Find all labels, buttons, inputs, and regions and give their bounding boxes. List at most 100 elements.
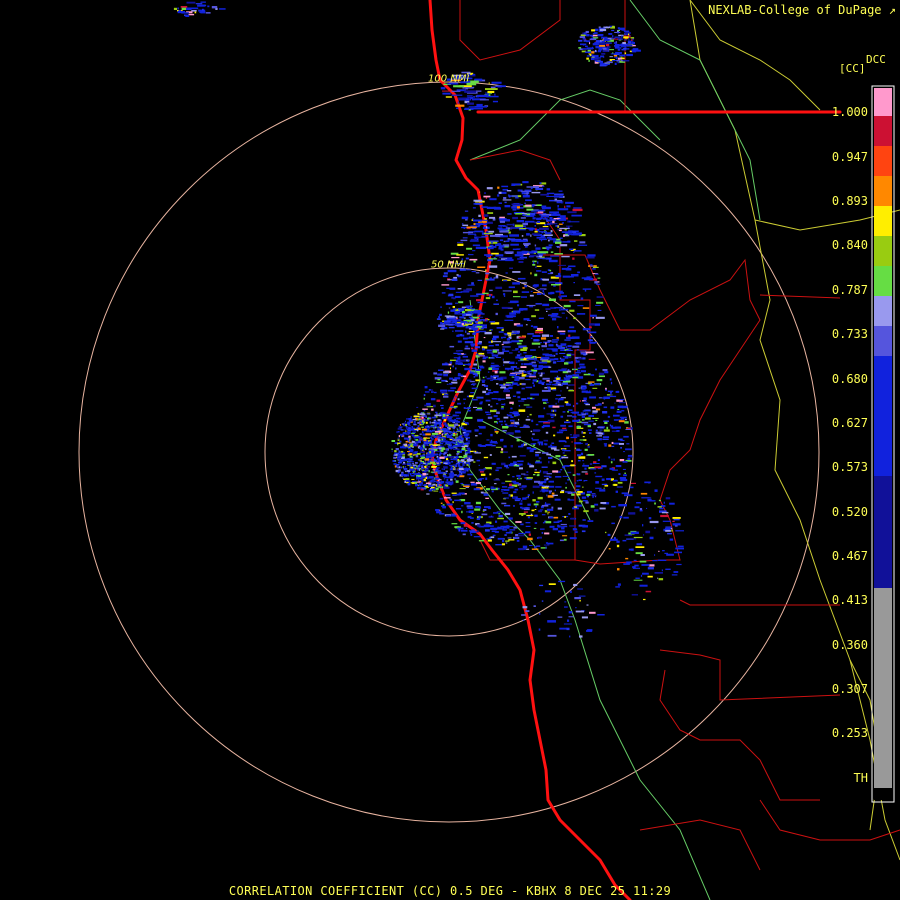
echo-pixel — [419, 451, 426, 453]
echo-pixel — [598, 375, 605, 378]
echo-pixel — [594, 509, 599, 512]
echo-pixel — [461, 438, 463, 441]
echo-pixel — [429, 425, 436, 428]
echo-pixel — [593, 422, 597, 426]
echo-pixel — [609, 538, 618, 541]
echo-pixel — [665, 568, 671, 570]
echo-pixel — [438, 471, 444, 474]
echo-pixel — [422, 479, 424, 482]
echo-pixel — [546, 401, 549, 404]
echo-pixel — [525, 418, 531, 421]
echo-pixel — [515, 377, 519, 379]
echo-pixel — [472, 312, 474, 315]
echo-pixel — [537, 441, 543, 444]
echo-pixel — [564, 601, 567, 603]
echo-pixel — [444, 422, 447, 425]
echo-pixel — [505, 531, 512, 534]
echo-pixel — [454, 312, 458, 315]
echo-pixel — [450, 478, 453, 481]
echo-pixel — [612, 52, 614, 54]
echo-pixel — [493, 391, 499, 394]
echo-pixel — [472, 219, 482, 222]
echo-pixel — [445, 413, 451, 415]
echo-pixel — [532, 205, 534, 208]
echo-pixel — [446, 458, 449, 461]
echo-pixel — [482, 292, 489, 295]
echo-pixel — [400, 466, 403, 469]
echo-pixel — [463, 317, 466, 319]
echo-pixel — [484, 192, 486, 194]
echo-pixel — [505, 383, 511, 386]
echo-pixel — [461, 510, 463, 514]
echo-pixel — [518, 350, 520, 353]
echo-pixel — [398, 426, 403, 428]
echo-pixel — [570, 436, 578, 439]
echo-pixel — [542, 290, 545, 292]
echo-pixel — [658, 499, 661, 502]
echo-pixel — [494, 442, 498, 444]
echo-pixel — [575, 371, 581, 374]
echo-pixel — [399, 440, 402, 443]
echo-pixel — [647, 575, 653, 578]
echo-pixel — [439, 456, 445, 459]
echo-pixel — [528, 227, 534, 230]
echo-pixel — [574, 506, 578, 508]
echo-pixel — [522, 347, 528, 350]
echo-pixel — [451, 460, 454, 463]
echo-pixel — [537, 496, 543, 500]
echo-pixel — [439, 491, 443, 493]
colorbar-tick: 0.413 — [831, 593, 868, 607]
echo-pixel — [485, 92, 487, 95]
echo-pixel — [477, 279, 483, 281]
echo-pixel — [461, 505, 464, 507]
echo-pixel — [580, 412, 584, 414]
echo-pixel — [469, 450, 477, 453]
echo-pixel — [550, 222, 552, 224]
echo-pixel — [518, 532, 526, 535]
echo-pixel — [545, 354, 554, 357]
echo-pixel — [518, 418, 520, 421]
echo-pixel — [476, 530, 479, 533]
echo-pixel — [443, 395, 449, 398]
echo-pixel — [474, 452, 481, 454]
echo-pixel — [619, 459, 625, 462]
echo-pixel — [515, 348, 519, 350]
echo-pixel — [407, 454, 412, 456]
echo-pixel — [480, 401, 483, 403]
echo-pixel — [575, 504, 582, 507]
echo-pixel — [533, 474, 536, 476]
echo-pixel — [512, 367, 514, 371]
echo-pixel — [534, 331, 544, 334]
echo-pixel — [547, 620, 556, 623]
echo-pixel — [474, 429, 479, 432]
echo-pixel — [420, 448, 425, 450]
echo-pixel — [462, 355, 468, 358]
echo-pixel — [468, 254, 474, 256]
echo-pixel — [450, 309, 456, 312]
echo-pixel — [510, 407, 513, 410]
echo-pixel — [444, 320, 451, 323]
echo-pixel — [484, 506, 491, 509]
echo-pixel — [439, 427, 441, 429]
echo-pixel — [592, 387, 598, 389]
echo-pixel — [463, 485, 470, 487]
echo-pixel — [439, 412, 443, 415]
echo-pixel — [455, 350, 459, 352]
echo-pixel — [587, 446, 590, 448]
echo-pixel — [485, 269, 487, 271]
echo-pixel — [648, 564, 655, 567]
echo-pixel — [438, 482, 443, 485]
echo-pixel — [498, 398, 506, 400]
echo-pixel — [446, 503, 453, 506]
echo-pixel — [485, 523, 490, 525]
echo-pixel — [468, 510, 474, 513]
echo-pixel — [557, 616, 563, 618]
echo-pixel — [461, 448, 466, 450]
echo-pixel — [448, 454, 452, 457]
echo-pixel — [519, 207, 524, 209]
echo-pixel — [634, 506, 640, 509]
echo-pixel — [559, 237, 563, 239]
echo-pixel — [468, 395, 474, 398]
echo-pixel — [472, 86, 475, 88]
echo-pixel — [608, 33, 613, 35]
